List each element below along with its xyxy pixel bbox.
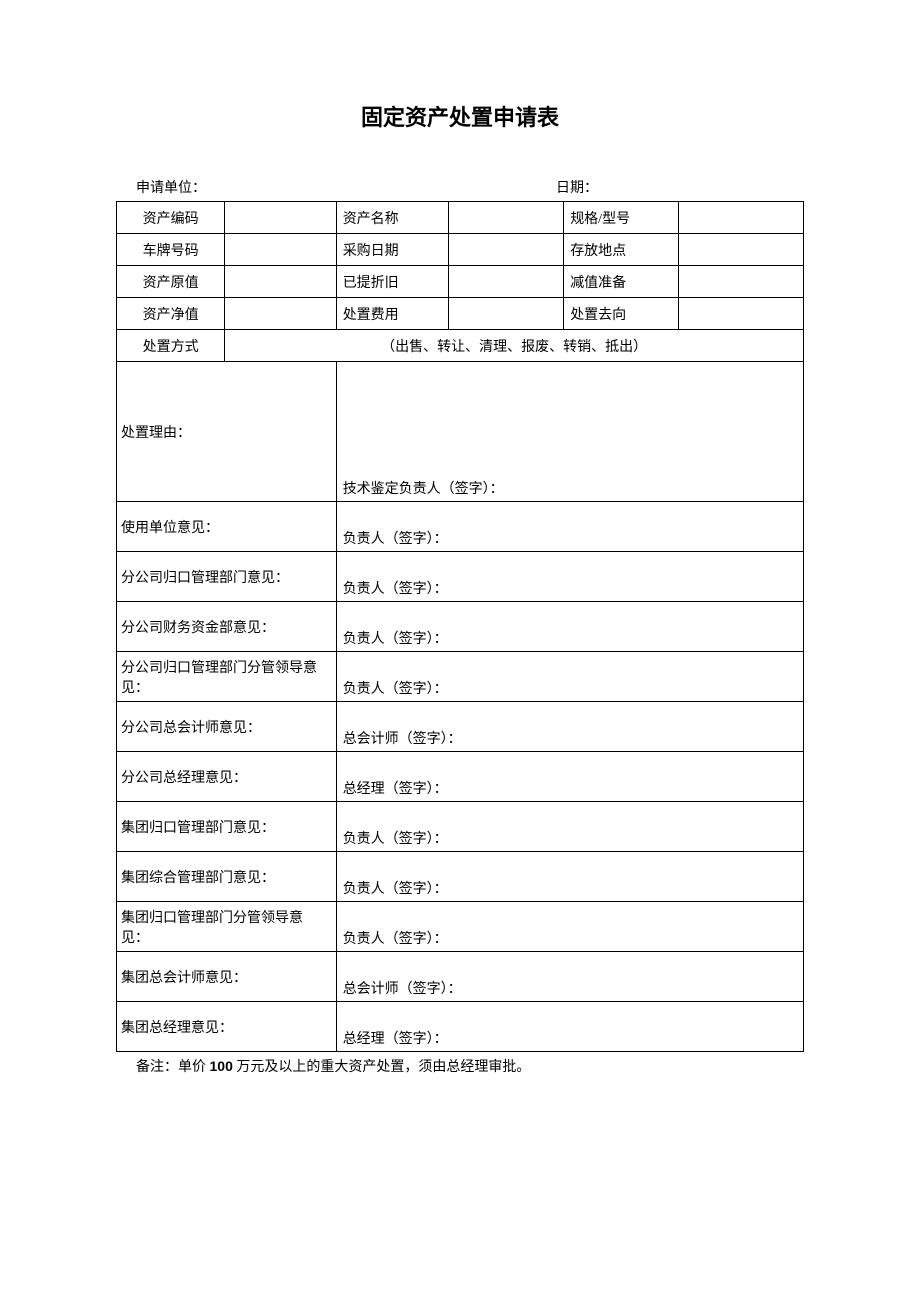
note-suffix: 万元及以上的重大资产处置，须由总经理审批。 xyxy=(233,1060,531,1075)
label-opinion-6: 集团归口管理部门意见： xyxy=(117,802,337,852)
label-asset-code: 资产编码 xyxy=(117,202,225,234)
val-net-value xyxy=(225,298,337,330)
date-label: 日期： xyxy=(556,177,598,197)
row-opinion-6: 集团归口管理部门意见： 负责人（签字）： xyxy=(117,802,804,852)
note-amount: 100 xyxy=(210,1058,233,1074)
sig-opinion-6: 负责人（签字）： xyxy=(336,802,803,852)
sig-opinion-1: 负责人（签字）： xyxy=(336,552,803,602)
label-orig-value: 资产原值 xyxy=(117,266,225,298)
sig-tech: 技术鉴定负责人（签字）： xyxy=(336,362,803,502)
val-location xyxy=(679,234,804,266)
row-opinion-4: 分公司总会计师意见： 总会计师（签字）： xyxy=(117,702,804,752)
val-spec-model xyxy=(679,202,804,234)
label-opinion-10: 集团总经理意见： xyxy=(117,1002,337,1052)
note-prefix: 备注：单价 xyxy=(136,1060,210,1075)
val-disposal-method: （出售、转让、清理、报废、转销、抵出） xyxy=(225,330,804,362)
label-reason: 处置理由： xyxy=(117,362,337,502)
page-title: 固定资产处置申请表 xyxy=(116,100,804,132)
row-asset-code: 资产编码 资产名称 规格/型号 xyxy=(117,202,804,234)
label-depreciation: 已提折旧 xyxy=(336,266,449,298)
val-depreciation xyxy=(449,266,564,298)
sig-opinion-9: 总会计师（签字）： xyxy=(336,952,803,1002)
label-location: 存放地点 xyxy=(564,234,679,266)
row-reason: 处置理由： 技术鉴定负责人（签字）： xyxy=(117,362,804,502)
row-opinion-10: 集团总经理意见： 总经理（签字）： xyxy=(117,1002,804,1052)
sig-opinion-2: 负责人（签字）： xyxy=(336,602,803,652)
row-opinion-1: 分公司归口管理部门意见： 负责人（签字）： xyxy=(117,552,804,602)
label-opinion-2: 分公司财务资金部意见： xyxy=(117,602,337,652)
val-purchase-date xyxy=(449,234,564,266)
row-plate: 车牌号码 采购日期 存放地点 xyxy=(117,234,804,266)
row-opinion-9: 集团总会计师意见： 总会计师（签字）： xyxy=(117,952,804,1002)
row-opinion-0: 使用单位意见： 负责人（签字）： xyxy=(117,502,804,552)
apply-unit-label: 申请单位： xyxy=(116,177,206,197)
label-spec-model: 规格/型号 xyxy=(564,202,679,234)
label-disposal-dest: 处置去向 xyxy=(564,298,679,330)
val-asset-code xyxy=(225,202,337,234)
label-opinion-0: 使用单位意见： xyxy=(117,502,337,552)
label-impairment: 减值准备 xyxy=(564,266,679,298)
sig-opinion-7: 负责人（签字）： xyxy=(336,852,803,902)
label-purchase-date: 采购日期 xyxy=(336,234,449,266)
label-opinion-3: 分公司归口管理部门分管领导意见： xyxy=(117,652,337,702)
label-asset-name: 资产名称 xyxy=(336,202,449,234)
row-opinion-5: 分公司总经理意见： 总经理（签字）： xyxy=(117,752,804,802)
row-opinion-8: 集团归口管理部门分管领导意见： 负责人（签字）： xyxy=(117,902,804,952)
footnote: 备注：单价 100 万元及以上的重大资产处置，须由总经理审批。 xyxy=(116,1056,596,1078)
row-opinion-2: 分公司财务资金部意见： 负责人（签字）： xyxy=(117,602,804,652)
val-orig-value xyxy=(225,266,337,298)
row-net-value: 资产净值 处置费用 处置去向 xyxy=(117,298,804,330)
sig-opinion-10: 总经理（签字）： xyxy=(336,1002,803,1052)
sig-opinion-3: 负责人（签字）： xyxy=(336,652,803,702)
val-disposal-dest xyxy=(679,298,804,330)
sig-opinion-5: 总经理（签字）： xyxy=(336,752,803,802)
form-table: 资产编码 资产名称 规格/型号 车牌号码 采购日期 存放地点 资产原值 已提折旧… xyxy=(116,201,804,1052)
label-opinion-1: 分公司归口管理部门意见： xyxy=(117,552,337,602)
row-opinion-3: 分公司归口管理部门分管领导意见： 负责人（签字）： xyxy=(117,652,804,702)
label-opinion-7: 集团综合管理部门意见： xyxy=(117,852,337,902)
label-disposal-cost: 处置费用 xyxy=(336,298,449,330)
row-orig-value: 资产原值 已提折旧 减值准备 xyxy=(117,266,804,298)
val-asset-name xyxy=(449,202,564,234)
val-impairment xyxy=(679,266,804,298)
val-disposal-cost xyxy=(449,298,564,330)
label-plate: 车牌号码 xyxy=(117,234,225,266)
sig-opinion-8: 负责人（签字）： xyxy=(336,902,803,952)
label-opinion-4: 分公司总会计师意见： xyxy=(117,702,337,752)
label-opinion-8: 集团归口管理部门分管领导意见： xyxy=(117,902,337,952)
label-opinion-9: 集团总会计师意见： xyxy=(117,952,337,1002)
row-disposal-method: 处置方式 （出售、转让、清理、报废、转销、抵出） xyxy=(117,330,804,362)
label-disposal-method: 处置方式 xyxy=(117,330,225,362)
header-line: 申请单位： 日期： xyxy=(116,177,804,197)
sig-opinion-4: 总会计师（签字）： xyxy=(336,702,803,752)
row-opinion-7: 集团综合管理部门意见： 负责人（签字）： xyxy=(117,852,804,902)
sig-opinion-0: 负责人（签字）： xyxy=(336,502,803,552)
label-opinion-5: 分公司总经理意见： xyxy=(117,752,337,802)
label-net-value: 资产净值 xyxy=(117,298,225,330)
val-plate xyxy=(225,234,337,266)
